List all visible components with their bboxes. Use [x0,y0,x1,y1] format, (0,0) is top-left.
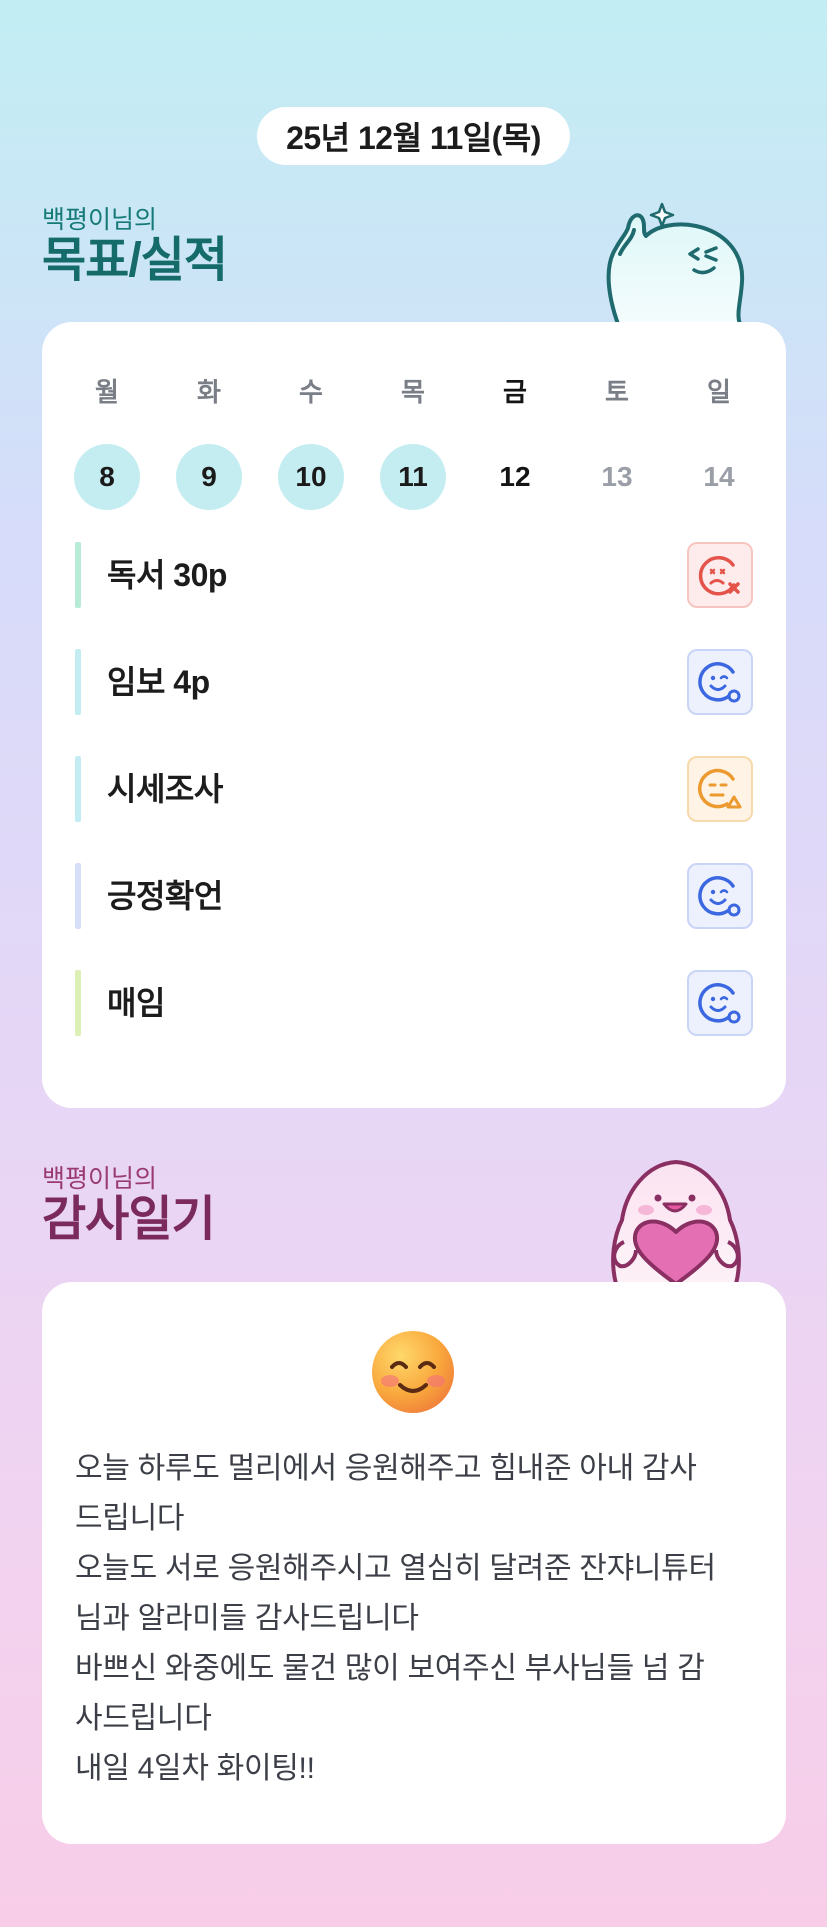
goal-accent-bar [75,970,81,1036]
goal-row[interactable]: 독서 30p [75,542,753,608]
gratitude-line: 사드립니다 [75,1702,212,1735]
day-of-week-label: 금 [503,377,527,407]
day-of-week-label: 일 [707,377,731,407]
goal-section-subtitle: 백평이님의 [42,206,158,234]
gratitude-line: 내일 4일차 화이팅!! [75,1752,315,1785]
gratitude-line: 바쁘신 와중에도 물건 많이 보여주신 부사님들 넘 감 [75,1652,705,1685]
goal-label: 시세조사 [107,771,223,807]
sad-face-x-icon [698,556,740,596]
day-number[interactable]: 8 [74,444,140,510]
status-fail-button[interactable] [687,542,753,608]
day-number[interactable]: 11 [380,444,446,510]
day-number[interactable]: 10 [278,444,344,510]
day-column-mon[interactable]: 월 8 [74,372,140,510]
day-column-fri[interactable]: 금 12 [482,372,548,510]
gratitude-line: 오늘도 서로 응원해주시고 열심히 달려준 잔쟈니튜터 [75,1552,716,1585]
smile-face-o-icon [698,876,741,917]
goal-label: 매임 [107,985,165,1021]
gratitude-section-heading: 감사일기 [42,1193,216,1246]
day-column-tue[interactable]: 화 9 [176,372,242,510]
gratitude-line: 드립니다 [75,1502,185,1535]
day-number[interactable]: 14 [686,444,752,510]
goal-label: 임보 4p [107,664,210,700]
goal-card: 월 8 화 9 수 10 목 11 금 12 토 13 일 14 독서 30p … [42,322,786,1108]
day-column-thu[interactable]: 목 11 [380,372,446,510]
goal-row[interactable]: 긍정확언 [75,863,753,929]
goal-accent-bar [75,756,81,822]
goal-accent-bar [75,863,81,929]
day-of-week-label: 목 [401,377,425,407]
day-column-sun[interactable]: 일 14 [686,372,752,510]
goal-label: 독서 30p [107,557,227,593]
smile-face-o-icon [698,983,741,1024]
day-column-sat[interactable]: 토 13 [584,372,650,510]
status-good-button[interactable] [687,649,753,715]
day-number[interactable]: 12 [482,444,548,510]
goal-accent-bar [75,542,81,608]
goal-label: 긍정확언 [107,878,223,914]
gratitude-section-title: 백평이님의 감사일기 [42,1164,216,1246]
goal-accent-bar [75,649,81,715]
gratitude-entry-text: 오늘 하루도 멀리에서 응원해주고 힘내준 아내 감사 드립니다 오늘도 서로 … [75,1444,755,1794]
day-of-week-label: 토 [605,377,629,407]
date-label[interactable]: 25년 12월 11일(목) [257,107,570,165]
day-of-week-label: 화 [197,377,221,407]
smile-face-o-icon [698,662,741,703]
day-of-week-label: 수 [299,377,323,407]
gratitude-line: 오늘 하루도 멀리에서 응원해주고 힘내준 아내 감사 [75,1452,697,1485]
goal-row[interactable]: 매임 [75,970,753,1036]
gratitude-line: 님과 알라미들 감사드립니다 [75,1602,419,1635]
goal-section-heading: 목표/실적 [42,234,228,287]
goal-row[interactable]: 임보 4p [75,649,753,715]
day-number[interactable]: 9 [176,444,242,510]
mascot-waving-icon [606,202,745,324]
neutral-face-triangle-icon [698,768,742,809]
gratitude-card: 오늘 하루도 멀리에서 응원해주고 힘내준 아내 감사 드립니다 오늘도 서로 … [42,1282,786,1844]
gratitude-section-subtitle: 백평이님의 [42,1165,158,1193]
status-good-button[interactable] [687,863,753,929]
day-column-wed[interactable]: 수 10 [278,372,344,510]
status-partial-button[interactable] [687,756,753,822]
status-good-button[interactable] [687,970,753,1036]
day-number[interactable]: 13 [584,444,650,510]
goal-row[interactable]: 시세조사 [75,756,753,822]
goal-section-title: 백평이님의 목표/실적 [42,205,228,287]
day-of-week-label: 월 [95,377,119,407]
mascot-heart-icon [611,1160,741,1284]
smiling-face-emoji-icon [372,1331,454,1413]
